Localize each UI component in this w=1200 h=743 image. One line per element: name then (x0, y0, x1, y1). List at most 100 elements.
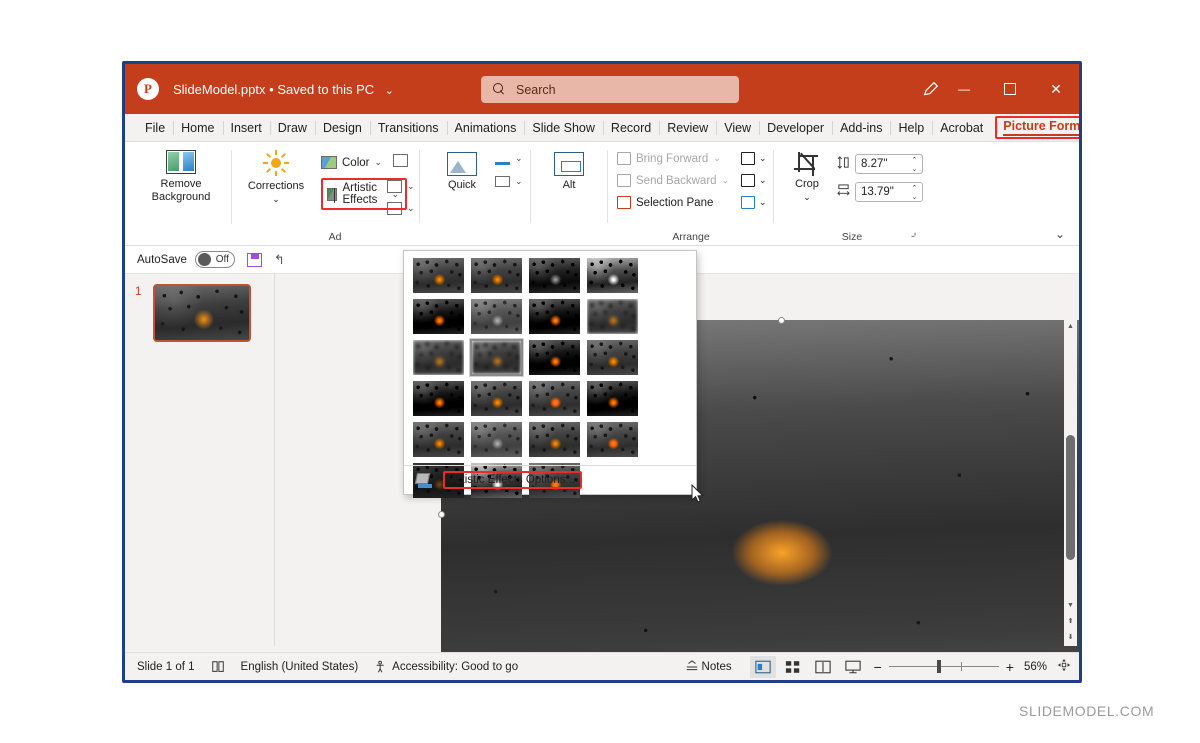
tab-review[interactable]: Review (659, 117, 716, 139)
search-box[interactable]: Search (481, 76, 739, 103)
color-button[interactable]: Color ⌄ (321, 156, 382, 169)
zoom-track[interactable] (888, 659, 999, 673)
reset-picture-chevron-down-icon[interactable]: ⌄ (407, 203, 415, 214)
fit-to-window-icon[interactable] (1057, 658, 1071, 675)
effect-texturizer[interactable] (528, 339, 581, 376)
effect-none[interactable] (412, 257, 465, 294)
compress-pictures-button[interactable]: ⌄ (387, 180, 415, 193)
effect-marker[interactable] (470, 257, 523, 294)
picture-effects-chevron-down-icon[interactable]: ⌄ (515, 176, 523, 187)
color-chevron-down-icon[interactable]: ⌄ (374, 157, 382, 168)
rotate-chevron-down-icon[interactable]: ⌄ (759, 197, 767, 208)
effect-pencil-grayscale[interactable] (528, 257, 581, 294)
rotate-button[interactable]: ⌄ (741, 196, 767, 209)
slide-sorter-view-button[interactable] (780, 656, 806, 678)
effect-watercolor-sponge[interactable] (470, 298, 523, 335)
shape-width-input[interactable]: 13.79" ⌃ ⌄ (855, 182, 923, 202)
next-slide-icon[interactable]: ⬇ (1064, 630, 1077, 644)
effect-pencil-sketch[interactable] (586, 257, 639, 294)
compress-chevron-down-icon[interactable]: ⌄ (407, 181, 415, 192)
zoom-level-label[interactable]: 56% (1024, 661, 1047, 673)
tab-home[interactable]: Home (173, 117, 222, 139)
tab-help[interactable]: Help (890, 117, 932, 139)
effect-glow-diffused[interactable] (528, 421, 581, 458)
chevron-down-icon[interactable]: ⌄ (385, 85, 394, 97)
scroll-down-arrow-icon[interactable]: ▼ (1064, 598, 1077, 612)
effect-blur[interactable] (586, 421, 639, 458)
effect-cement[interactable] (468, 338, 524, 377)
effect-paint-strokes[interactable] (412, 421, 465, 458)
undo-icon[interactable]: ↰ (274, 252, 285, 268)
tab-insert[interactable]: Insert (222, 117, 270, 139)
selection-handle-middle-left[interactable] (438, 511, 445, 518)
tab-transitions[interactable]: Transitions (369, 117, 447, 139)
zoom-in-button[interactable]: + (1006, 659, 1014, 675)
maximize-button[interactable] (987, 64, 1033, 114)
tab-file[interactable]: File (137, 117, 173, 139)
tab-view[interactable]: View (716, 117, 759, 139)
send-backward-button[interactable]: Send Backward ⌄ (617, 174, 729, 187)
document-title[interactable]: SlideModel.pptx • Saved to this PC ⌄ (173, 82, 394, 97)
tab-picture-format[interactable]: Picture Format (995, 116, 1079, 139)
tab-slide-show[interactable]: Slide Show (524, 117, 603, 139)
effect-line-drawing[interactable] (412, 298, 465, 335)
language-label[interactable]: English (United States) (241, 661, 359, 673)
reset-picture-button[interactable]: ⌄ (387, 202, 415, 215)
shape-height-input[interactable]: 8.27" ⌃ ⌄ (855, 154, 923, 174)
artistic-effects-options-row[interactable]: Artistic Effects Options... (404, 465, 696, 494)
close-button[interactable]: ✕ (1033, 64, 1079, 114)
effect-photocopy[interactable] (586, 380, 639, 417)
effect-plastic-wrap[interactable] (470, 380, 523, 417)
previous-slide-icon[interactable]: ⬆ (1064, 614, 1077, 628)
zoom-slider[interactable]: − + (874, 659, 1014, 675)
shape-height-spinner[interactable]: ⌃ ⌄ (909, 156, 920, 174)
notes-button[interactable]: Notes (685, 659, 732, 674)
bring-forward-chevron-down-icon[interactable]: ⌄ (713, 153, 721, 164)
align-chevron-down-icon[interactable]: ⌄ (759, 153, 767, 164)
tab-draw[interactable]: Draw (269, 117, 315, 139)
effect-glass[interactable] (412, 339, 465, 376)
normal-view-button[interactable] (749, 655, 776, 678)
effect-film-grain[interactable] (528, 298, 581, 335)
corrections-chevron-down-icon[interactable]: ⌄ (237, 193, 315, 206)
effect-crisscross-etching[interactable] (586, 339, 639, 376)
reading-view-button[interactable] (810, 656, 836, 678)
alt-text-button[interactable]: Alt (545, 152, 593, 192)
tab-record[interactable]: Record (602, 117, 659, 139)
accessibility-status[interactable]: Accessibility: Good to go (392, 661, 518, 673)
selection-handle-top-center[interactable] (778, 317, 785, 324)
vertical-scrollbar[interactable]: ▲ ▼ ⬆ ⬇ (1064, 319, 1077, 646)
shape-width-spinner[interactable]: ⌃ ⌄ (909, 184, 920, 202)
effect-mosaic-bubbles[interactable] (586, 298, 639, 335)
tab-design[interactable]: Design (314, 117, 370, 139)
bring-forward-button[interactable]: Bring Forward ⌄ (617, 152, 721, 165)
group-button[interactable]: ⌄ (741, 174, 767, 187)
tab-acrobat[interactable]: Acrobat (932, 117, 991, 139)
minimize-button[interactable]: — (941, 64, 987, 114)
send-backward-chevron-down-icon[interactable]: ⌄ (722, 175, 730, 186)
tab-add-ins[interactable]: Add-ins (832, 117, 890, 139)
zoom-out-button[interactable]: − (874, 659, 882, 675)
tab-developer[interactable]: Developer (759, 117, 832, 139)
crop-chevron-down-icon[interactable]: ⌄ (783, 191, 831, 204)
effect-paint-brush[interactable] (470, 421, 523, 458)
quick-styles-button[interactable]: Quick (431, 152, 493, 192)
size-dialog-launcher[interactable]: ⌏ (911, 231, 919, 242)
remove-background-button[interactable]: Remove Background (139, 150, 223, 204)
picture-effects-button[interactable]: ⌄ (495, 176, 523, 187)
zoom-thumb[interactable] (936, 659, 941, 673)
slide-thumbnail-1[interactable] (153, 284, 251, 342)
artistic-effects-options-label[interactable]: Artistic Effects Options... (443, 471, 583, 489)
notes-page-icon[interactable] (211, 660, 225, 674)
crop-button[interactable]: Crop ⌄ (783, 152, 831, 204)
save-icon[interactable] (246, 252, 262, 267)
ribbon-collapse-chevron-icon[interactable]: ⌄ (1055, 227, 1065, 241)
pen-annotation-icon[interactable] (922, 81, 939, 98)
scrollbar-thumb[interactable] (1066, 435, 1075, 560)
autosave-toggle[interactable]: Off (194, 251, 235, 268)
align-button[interactable]: ⌄ (741, 152, 767, 165)
tab-animations[interactable]: Animations (446, 117, 525, 139)
effect-cutout[interactable] (528, 380, 581, 417)
corrections-button[interactable]: Corrections ⌄ (237, 150, 315, 206)
effect-pastels-smooth[interactable] (412, 380, 465, 417)
